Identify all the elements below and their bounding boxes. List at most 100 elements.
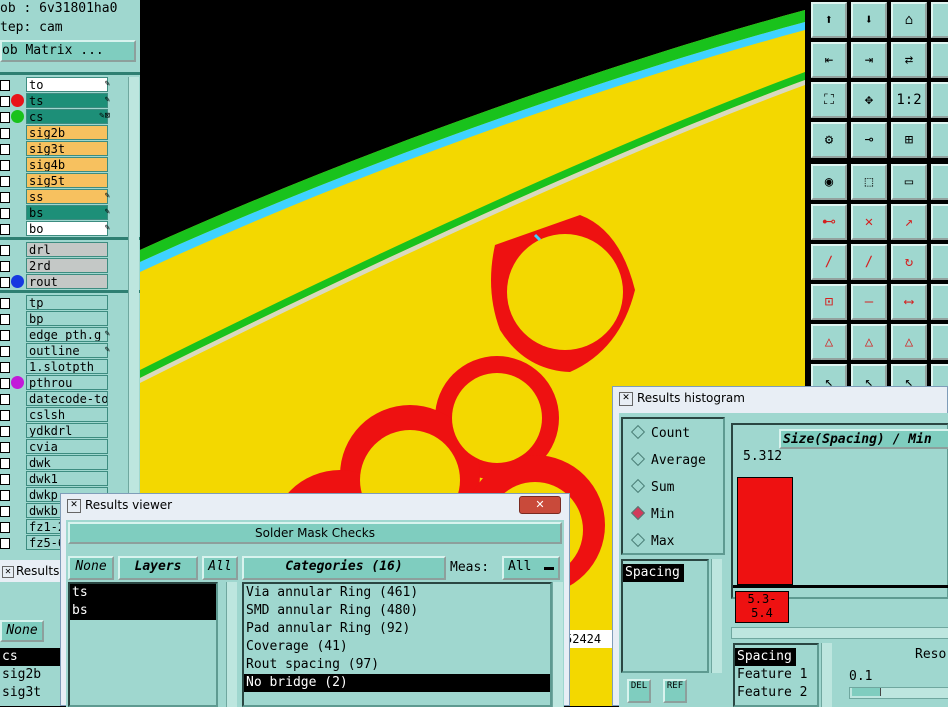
layer-checkbox[interactable]: [0, 538, 10, 549]
layer-row[interactable]: rout: [0, 274, 112, 289]
cross-button[interactable]: ✕: [851, 204, 887, 240]
tool-button[interactable]: [931, 122, 948, 158]
list-item[interactable]: ts: [70, 584, 216, 602]
layer-checkbox[interactable]: [0, 192, 10, 203]
layer-scrollbar[interactable]: [128, 77, 139, 557]
layer-checkbox[interactable]: [0, 314, 10, 325]
layer-row[interactable]: bs ✎: [0, 205, 112, 220]
del-button[interactable]: DEL: [627, 679, 651, 703]
layer-checkbox[interactable]: [0, 378, 10, 389]
layer-name[interactable]: cs: [26, 109, 108, 124]
layer-row[interactable]: ts ✎: [0, 93, 112, 108]
option-min[interactable]: Min: [629, 505, 674, 524]
list-item-selected[interactable]: Spacing: [735, 648, 796, 666]
layer-checkbox[interactable]: [0, 410, 10, 421]
feature-button[interactable]: ⊡: [811, 284, 847, 320]
list-item[interactable]: Feature 1: [735, 666, 817, 684]
title-bar[interactable]: ✕ Results viewer ✕: [61, 494, 569, 516]
tool-button[interactable]: [931, 284, 948, 320]
layer-row[interactable]: bp: [0, 311, 112, 326]
layer-row[interactable]: sig5t: [0, 173, 112, 188]
tool-button[interactable]: [931, 82, 948, 118]
field-list[interactable]: Spacing Feature 1 Feature 2: [733, 643, 819, 707]
tool-button[interactable]: [931, 2, 948, 38]
layer-name[interactable]: cvia: [26, 439, 108, 454]
check-header[interactable]: Solder Mask Checks: [68, 522, 562, 544]
layer-name[interactable]: outline: [26, 343, 108, 358]
move-button[interactable]: ⇤: [811, 42, 847, 78]
layer-row[interactable]: 2rd: [0, 258, 112, 273]
layer-name[interactable]: to: [26, 77, 108, 92]
list-item-selected[interactable]: No bridge (2): [244, 674, 550, 692]
layer-row[interactable]: outline ✎: [0, 343, 112, 358]
layer-name[interactable]: pthrou: [26, 375, 108, 390]
list-item[interactable]: sig3t: [0, 684, 60, 702]
tool-button[interactable]: [931, 244, 948, 280]
attribute-list[interactable]: Spacing: [621, 559, 709, 673]
layer-name[interactable]: sig5t: [26, 173, 108, 188]
layer-name[interactable]: ydkdrl: [26, 423, 108, 438]
zoom-button[interactable]: ✥: [851, 82, 887, 118]
layer-row[interactable]: edge_pth.g ✎: [0, 327, 112, 342]
option-count[interactable]: Count: [629, 424, 690, 443]
slider-thumb[interactable]: [852, 688, 881, 696]
layer-name[interactable]: dwk: [26, 455, 108, 470]
list-item[interactable]: SMD annular Ring (480): [244, 602, 550, 620]
layer-name[interactable]: dwk1: [26, 471, 108, 486]
layer-list[interactable]: ts bs: [68, 582, 218, 707]
layer-name[interactable]: 1.slotpth: [26, 359, 108, 374]
triangle2-button[interactable]: △: [851, 324, 887, 360]
layer-row[interactable]: drl: [0, 242, 112, 257]
layer-row[interactable]: datecode-to: [0, 391, 112, 406]
reso-slider[interactable]: [849, 687, 948, 699]
option-sum[interactable]: Sum: [629, 478, 674, 497]
layer-row[interactable]: ydkdrl: [0, 423, 112, 438]
layer-row[interactable]: cslsh: [0, 407, 112, 422]
layer-checkbox[interactable]: [0, 362, 10, 373]
list-item-selected[interactable]: Spacing: [623, 564, 684, 582]
swap-button[interactable]: ⇄: [891, 42, 927, 78]
layer-row[interactable]: pthrou: [0, 375, 112, 390]
list-item[interactable]: sig2b: [0, 666, 60, 684]
title-bar[interactable]: ✕ Results histogram: [613, 387, 947, 409]
layer-name[interactable]: sig3t: [26, 141, 108, 156]
layer-name[interactable]: drl: [26, 242, 108, 257]
layer-row[interactable]: 1.slotpth: [0, 359, 112, 374]
layer-checkbox[interactable]: [0, 394, 10, 405]
list-item[interactable]: Rout spacing (97): [244, 656, 550, 674]
layer-name[interactable]: bs: [26, 205, 108, 220]
layer-checkbox[interactable]: [0, 426, 10, 437]
layer-row[interactable]: bo ✎: [0, 221, 112, 236]
layer-name[interactable]: edge_pth.g: [26, 327, 108, 342]
none-button[interactable]: None: [68, 556, 114, 580]
none-button[interactable]: None: [0, 620, 44, 642]
layer-name[interactable]: bp: [26, 311, 108, 326]
triangle-button[interactable]: △: [811, 324, 847, 360]
layer-checkbox[interactable]: [0, 506, 10, 517]
list-item[interactable]: bs: [70, 602, 216, 620]
ref-button[interactable]: REF: [663, 679, 687, 703]
list-item[interactable]: Via annular Ring (461): [244, 584, 550, 602]
meas-select[interactable]: All: [502, 556, 560, 580]
layer-checkbox[interactable]: [0, 490, 10, 501]
layer-checkbox[interactable]: [0, 224, 10, 235]
list-item[interactable]: Coverage (41): [244, 638, 550, 656]
layer-checkbox[interactable]: [0, 522, 10, 533]
rotate-button[interactable]: ↻: [891, 244, 927, 280]
close-button[interactable]: ✕: [519, 496, 561, 514]
select-button[interactable]: ⬚: [851, 164, 887, 200]
ruler-button[interactable]: ▭: [891, 164, 927, 200]
histogram-scrollbar[interactable]: [731, 627, 948, 639]
layer-checkbox[interactable]: [0, 346, 10, 357]
layer-name[interactable]: cslsh: [26, 407, 108, 422]
histogram-chart[interactable]: Size(Spacing) / Min 5.312: [731, 423, 948, 599]
category-scrollbar[interactable]: [552, 582, 563, 707]
layer-row[interactable]: cs ✎⊠: [0, 109, 112, 124]
connect-button[interactable]: ⊷: [811, 204, 847, 240]
line2-button[interactable]: ∕: [851, 244, 887, 280]
layer-row[interactable]: to ✎: [0, 77, 112, 92]
categories-button[interactable]: Categories (16): [242, 556, 446, 580]
tool-button[interactable]: ⚙: [811, 122, 847, 158]
layer-row[interactable]: sig4b: [0, 157, 112, 172]
layer-up-button[interactable]: ⬆: [811, 2, 847, 38]
